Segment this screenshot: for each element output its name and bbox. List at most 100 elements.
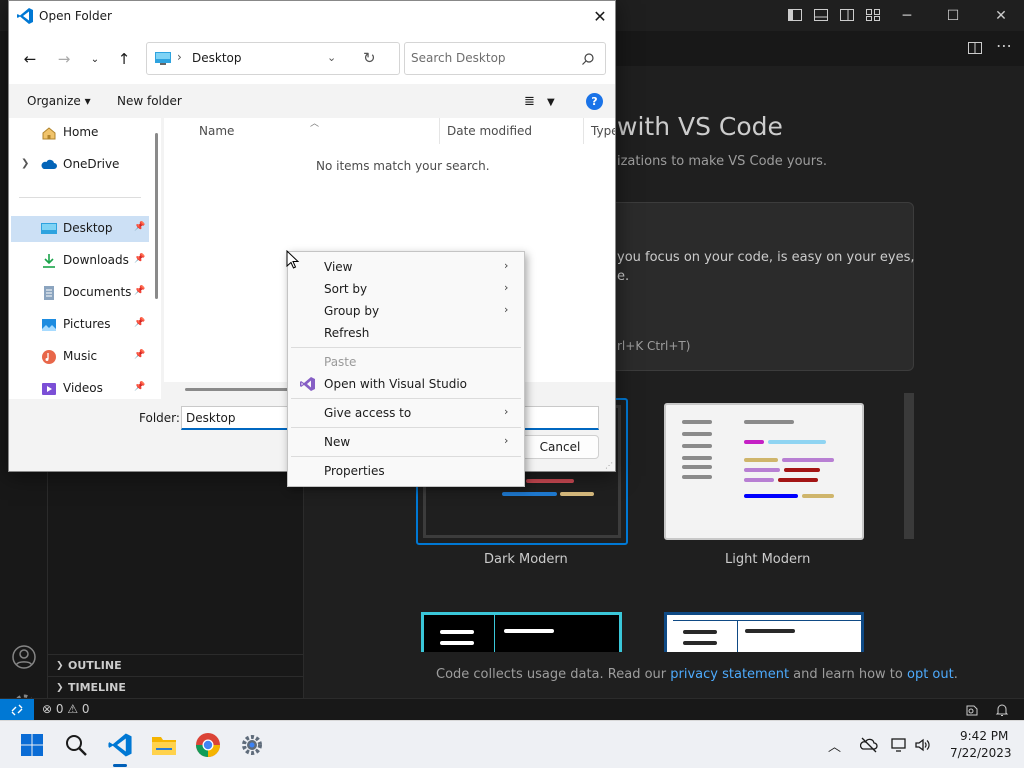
help-icon[interactable]: ? (586, 93, 603, 110)
toggle-primary-sidebar-icon[interactable] (787, 7, 803, 23)
view-options-button[interactable]: ≣ ▼ (524, 94, 555, 109)
nav-item-onedrive[interactable]: OneDrive (9, 152, 147, 178)
pin-icon: 📌 (134, 318, 146, 328)
context-menu-sort-by[interactable]: Sort by › (291, 278, 521, 300)
minimize-button[interactable]: ─ (884, 0, 930, 31)
up-arrow-icon[interactable]: ↑ (114, 49, 134, 69)
context-menu-group-by[interactable]: Group by › (291, 300, 521, 322)
opt-out-link[interactable]: opt out (907, 667, 954, 682)
pin-icon: 📌 (134, 382, 146, 392)
nav-pane-scrollbar[interactable] (155, 133, 158, 299)
theme-light-modern-thumbnail[interactable] (664, 403, 864, 540)
nav-item-videos[interactable]: Videos 📌 (9, 376, 147, 399)
nav-divider (19, 197, 141, 198)
taskbar-chrome-button[interactable] (192, 729, 224, 761)
account-icon[interactable] (10, 643, 38, 671)
volume-icon[interactable] (914, 736, 932, 754)
customize-layout-icon[interactable] (865, 7, 881, 23)
context-menu-view[interactable]: View › (291, 256, 521, 278)
context-menu-properties[interactable]: Properties (291, 460, 521, 482)
downloads-icon (43, 254, 55, 268)
theme-high-contrast-dark-thumbnail[interactable] (421, 612, 622, 652)
more-actions-icon[interactable]: ⋯ (996, 36, 1012, 55)
file-pane-horizontal-scrollbar[interactable] (185, 388, 295, 391)
taskbar-settings-button[interactable] (236, 729, 268, 761)
column-separator[interactable] (439, 118, 440, 144)
network-icon[interactable] (890, 736, 908, 754)
timeline-section-header[interactable]: ❯ TIMELINE (48, 676, 304, 698)
refresh-icon[interactable]: ↻ (363, 49, 376, 67)
onedrive-offline-icon[interactable] (860, 736, 878, 754)
submenu-chevron-icon: › (504, 281, 509, 294)
show-hidden-icons-chevron-icon[interactable]: ︿ (828, 736, 846, 755)
resize-grip-icon[interactable]: ⋰ (605, 461, 613, 470)
pin-icon: 📌 (134, 286, 146, 296)
address-dropdown-chevron-icon[interactable]: ⌄ (327, 51, 336, 64)
breadcrumb-desktop[interactable]: Desktop (192, 51, 242, 65)
maximize-button[interactable]: ☐ (930, 0, 976, 31)
nav-item-label: Videos (63, 381, 103, 395)
theme-description-line1: you focus on your code, is easy on your … (617, 250, 915, 265)
editor-scrollbar[interactable] (904, 393, 914, 539)
context-menu-refresh[interactable]: Refresh (291, 322, 521, 344)
recent-locations-chevron-icon[interactable]: ⌄ (85, 49, 105, 69)
desktop-icon (155, 52, 171, 65)
forward-arrow-icon[interactable]: → (54, 49, 74, 69)
start-button[interactable] (16, 729, 48, 761)
context-menu-open-with-visual-studio[interactable]: Open with Visual Studio (291, 373, 521, 395)
theme-high-contrast-light-thumbnail[interactable] (664, 612, 864, 652)
search-box[interactable] (404, 42, 606, 75)
taskbar-search-button[interactable] (60, 729, 92, 761)
telemetry-notice: Code collects usage data. Read our priva… (436, 667, 958, 682)
context-menu-new[interactable]: New › (291, 431, 521, 453)
context-menu-give-access-to[interactable]: Give access to › (291, 402, 521, 424)
cancel-button[interactable]: Cancel (521, 435, 599, 459)
toggle-secondary-sidebar-icon[interactable] (839, 7, 855, 23)
home-icon (42, 127, 56, 140)
nav-item-label: Desktop (63, 221, 113, 235)
onedrive-icon (41, 159, 57, 169)
nav-item-desktop[interactable]: Desktop 📌 (11, 216, 149, 242)
theme-description-line2: e. (617, 269, 630, 284)
back-arrow-icon[interactable]: ← (20, 49, 40, 69)
dialog-titlebar: Open Folder ✕ (9, 1, 615, 32)
menu-item-label: Give access to (324, 406, 412, 420)
problems-status[interactable]: ⊗ 0 ⚠ 0 (42, 702, 90, 716)
nav-item-home[interactable]: Home (9, 120, 147, 146)
nav-item-label: Downloads (63, 253, 129, 267)
editor-tab-bar (615, 31, 1024, 66)
nav-item-music[interactable]: Music 📌 (9, 344, 147, 370)
column-separator[interactable] (583, 118, 584, 144)
remote-indicator-button[interactable] (0, 699, 34, 721)
close-window-button[interactable]: ✕ (978, 0, 1024, 31)
toggle-panel-icon[interactable] (813, 7, 829, 23)
clock-time[interactable]: 9:42 PM (960, 729, 1008, 743)
context-menu-paste[interactable]: Paste (291, 351, 521, 373)
nav-item-documents[interactable]: Documents 📌 (9, 280, 147, 306)
column-header-date-modified[interactable]: Date modified (447, 124, 532, 138)
timeline-label: TIMELINE (68, 681, 126, 694)
taskbar-vscode-button[interactable] (104, 729, 136, 761)
search-input[interactable] (411, 48, 571, 68)
taskbar-file-explorer-button[interactable] (148, 729, 180, 761)
outline-section-header[interactable]: ❯ OUTLINE (48, 654, 304, 676)
theme-shortcut-hint: rl+K Ctrl+T) (617, 339, 691, 353)
new-folder-button[interactable]: New folder (117, 94, 182, 108)
live-share-icon[interactable] (964, 702, 980, 718)
split-editor-icon[interactable] (966, 39, 984, 57)
privacy-statement-link[interactable]: privacy statement (670, 667, 789, 682)
nav-item-label: Pictures (63, 317, 111, 331)
pictures-icon (42, 319, 56, 331)
clock-date[interactable]: 7/22/2023 (950, 746, 1012, 760)
notifications-bell-icon[interactable] (994, 702, 1010, 718)
list-view-icon: ≣ (524, 94, 535, 109)
dialog-close-button[interactable]: ✕ (585, 1, 615, 32)
nav-item-pictures[interactable]: Pictures 📌 (9, 312, 147, 338)
nav-item-downloads[interactable]: Downloads 📌 (9, 248, 147, 274)
breadcrumb-separator-icon: › (177, 50, 182, 64)
column-header-name[interactable]: Name (199, 124, 234, 138)
column-header-type[interactable]: Type (591, 124, 615, 138)
organize-button[interactable]: Organize ▾ (27, 94, 91, 108)
menu-item-label: New (324, 435, 351, 449)
address-bar[interactable]: › Desktop ⌄ ↻ (146, 42, 400, 75)
